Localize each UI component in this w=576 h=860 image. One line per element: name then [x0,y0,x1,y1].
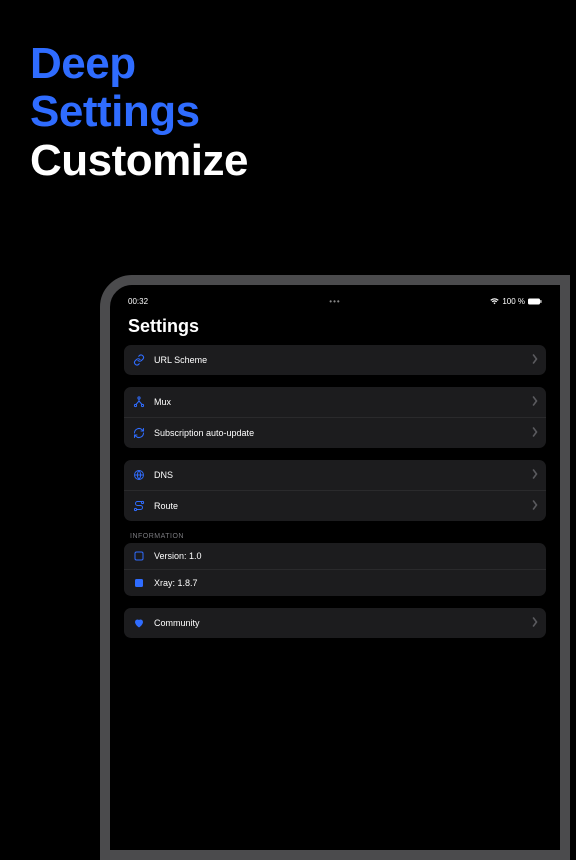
settings-row-label: DNS [154,470,532,480]
refresh-icon [132,426,146,440]
settings-row: Version: 1.0 [124,543,546,570]
chevron-right-icon [532,424,538,442]
settings-row: Xray: 1.8.7 [124,570,546,596]
hero-line-1: Deep [30,39,136,88]
settings-row-label: Subscription auto-update [154,428,532,438]
chevron-right-icon [532,466,538,484]
settings-groups: URL Scheme Mux Subscription auto-update DNS… [124,345,546,638]
square-fill-icon [132,576,146,590]
settings-row-label: Mux [154,397,532,407]
settings-row-label: Version: 1.0 [154,551,538,561]
hero-line-3: Customize [30,136,248,185]
settings-group: DNS Route [124,460,546,521]
status-battery-text: 100 % [502,297,525,306]
globe-icon [132,468,146,482]
battery-icon [528,298,542,305]
status-bar: 00:32 ••• 100 % [124,295,546,314]
settings-row[interactable]: Route [124,491,546,521]
settings-row-label: Route [154,501,532,511]
status-right: 100 % [482,297,542,306]
settings-group: Mux Subscription auto-update [124,387,546,448]
device-frame: 00:32 ••• 100 % Settings URL Scheme Mux Su… [100,275,570,860]
hero-headline: Deep Settings Customize [0,0,576,185]
settings-group: URL Scheme [124,345,546,375]
status-dots: ••• [305,297,365,306]
status-time: 00:32 [128,297,188,306]
settings-row-label: URL Scheme [154,355,532,365]
route-icon [132,499,146,513]
chevron-right-icon [532,393,538,411]
group-header: INFORMATION [124,533,546,543]
square-icon [132,549,146,563]
settings-group: Community [124,608,546,638]
settings-row[interactable]: Mux [124,387,546,418]
settings-row[interactable]: DNS [124,460,546,491]
hero-line-2: Settings [30,87,200,136]
settings-row-label: Xray: 1.8.7 [154,578,538,588]
wifi-icon [490,298,499,305]
link-icon [132,353,146,367]
page-title: Settings [124,314,546,345]
settings-row[interactable]: Subscription auto-update [124,418,546,448]
heart-icon [132,616,146,630]
settings-group: Version: 1.0 Xray: 1.8.7 [124,543,546,596]
chevron-right-icon [532,351,538,369]
settings-row-label: Community [154,618,532,628]
branch-icon [132,395,146,409]
chevron-right-icon [532,614,538,632]
chevron-right-icon [532,497,538,515]
settings-row[interactable]: Community [124,608,546,638]
settings-row[interactable]: URL Scheme [124,345,546,375]
